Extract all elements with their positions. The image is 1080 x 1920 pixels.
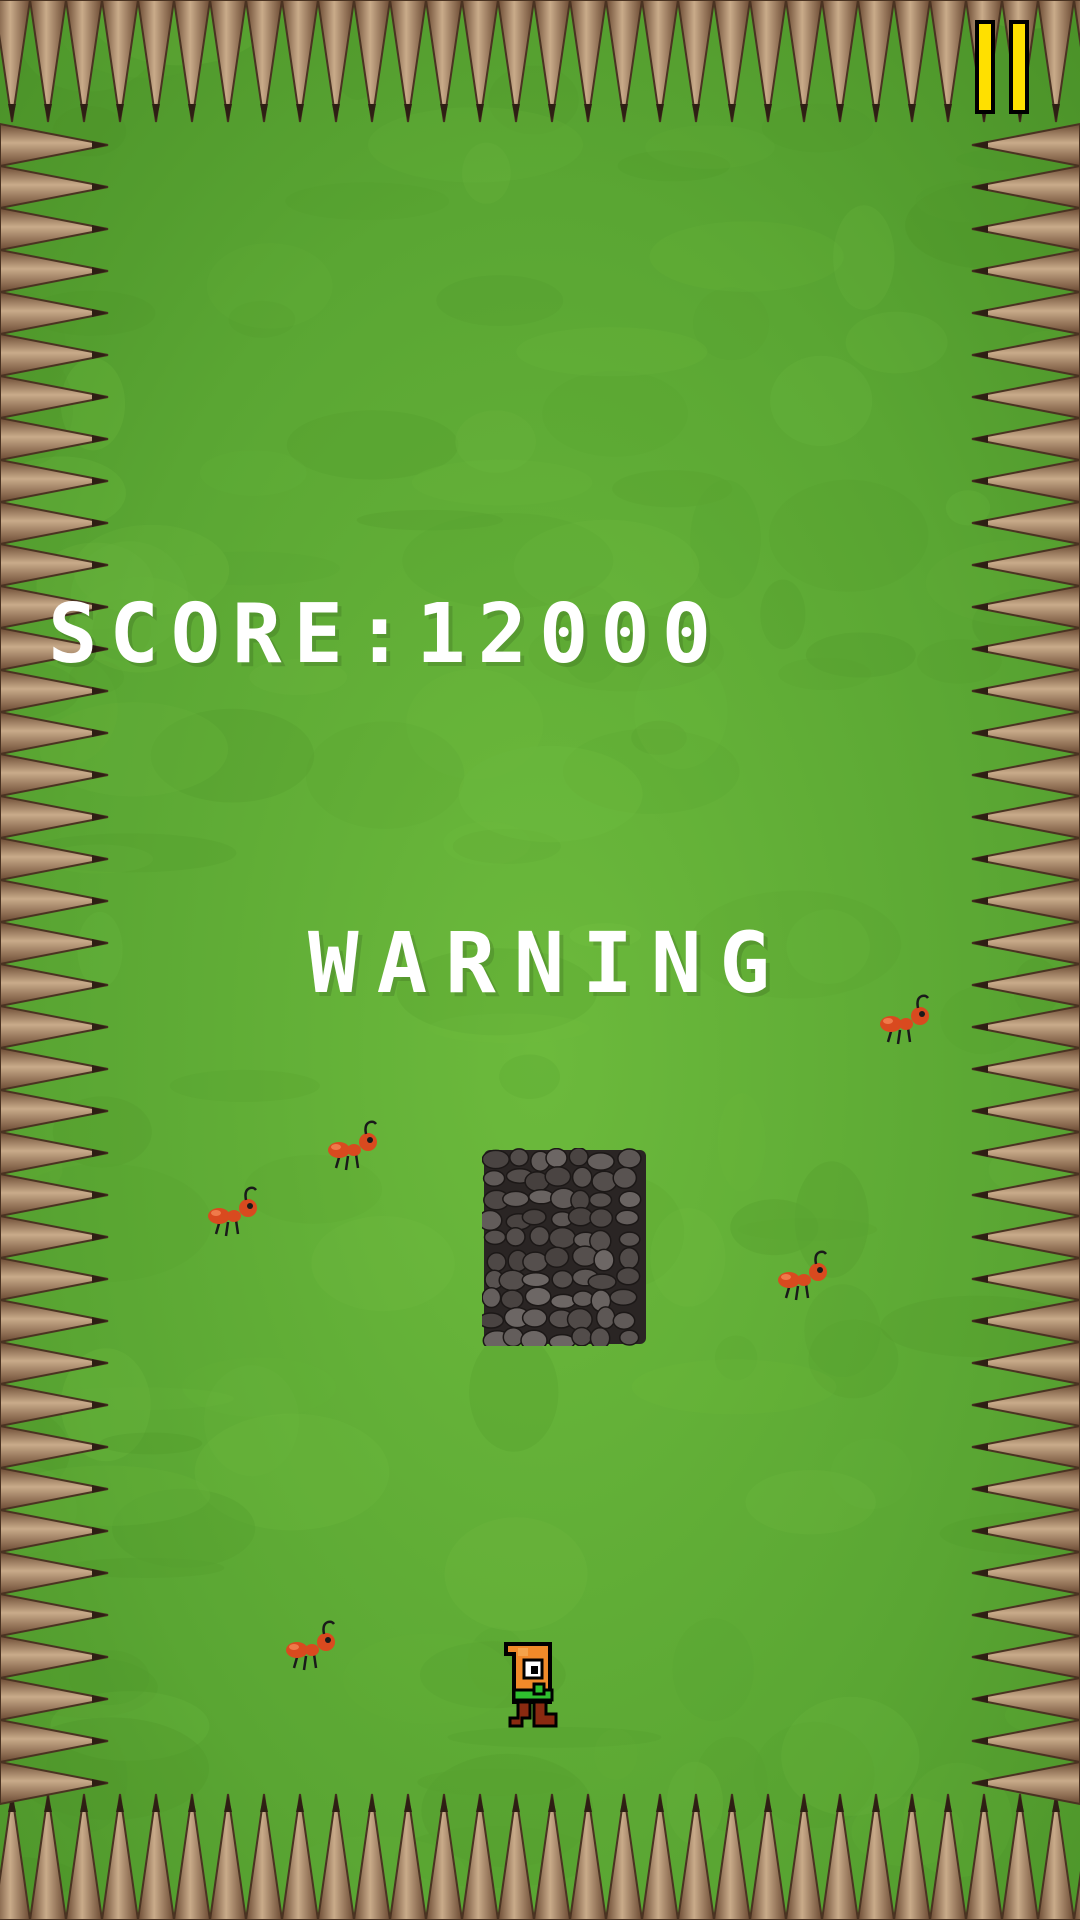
stone <box>482 1149 510 1170</box>
stone <box>616 1266 641 1286</box>
game-stage[interactable]: SCORE:12000 WARNING <box>0 0 1080 1920</box>
stone <box>567 1206 594 1227</box>
stone <box>618 1231 641 1248</box>
stone <box>571 1245 599 1268</box>
stone <box>544 1246 570 1268</box>
stone <box>614 1209 640 1226</box>
score-display: SCORE:12000 <box>48 590 723 680</box>
ant-enemy <box>326 1120 379 1172</box>
ant-enemy <box>206 1186 259 1238</box>
stone <box>571 1166 593 1189</box>
stone <box>524 1286 552 1307</box>
pause-button[interactable] <box>972 20 1034 118</box>
pause-bar-left <box>975 20 995 114</box>
score-value: 12000 <box>416 587 724 682</box>
stone <box>571 1290 595 1308</box>
stone <box>618 1247 640 1270</box>
stone <box>549 1293 577 1310</box>
stone <box>618 1190 642 1209</box>
stone <box>589 1208 614 1229</box>
stone <box>548 1226 577 1250</box>
stone <box>593 1248 615 1272</box>
stone <box>505 1227 526 1247</box>
stone <box>502 1326 524 1346</box>
stone <box>482 1209 503 1232</box>
ant-enemy <box>776 1250 829 1302</box>
stone <box>486 1252 507 1272</box>
player-character[interactable] <box>500 1640 572 1730</box>
ant-enemy <box>284 1620 337 1672</box>
stone <box>609 1288 638 1306</box>
stone <box>529 1225 550 1247</box>
stone <box>482 1312 505 1329</box>
stone <box>587 1273 617 1291</box>
pause-bar-right <box>1009 20 1029 114</box>
stone <box>568 1148 589 1167</box>
stone <box>551 1269 574 1289</box>
stone <box>571 1326 593 1346</box>
stone <box>522 1251 549 1273</box>
stone <box>502 1190 530 1208</box>
stone <box>483 1229 507 1246</box>
stone <box>521 1208 547 1226</box>
stone <box>612 1166 638 1190</box>
stone <box>482 1169 506 1187</box>
stone <box>520 1329 548 1346</box>
stone <box>544 1166 572 1187</box>
stone <box>612 1311 636 1330</box>
score-label: SCORE: <box>48 587 417 682</box>
stone <box>521 1271 551 1288</box>
stone <box>588 1191 613 1209</box>
stone <box>619 1329 640 1346</box>
stone <box>482 1286 502 1309</box>
stone <box>595 1306 616 1330</box>
stone <box>509 1148 530 1167</box>
stone <box>586 1152 615 1171</box>
stone <box>589 1326 611 1346</box>
stone <box>545 1148 568 1169</box>
stone <box>548 1333 576 1346</box>
stone <box>500 1289 524 1310</box>
ant-enemy <box>878 994 931 1046</box>
stone <box>617 1148 642 1169</box>
stone <box>521 1308 548 1328</box>
warning-banner: WARNING <box>308 914 789 1012</box>
rock-obstacle <box>482 1148 646 1346</box>
